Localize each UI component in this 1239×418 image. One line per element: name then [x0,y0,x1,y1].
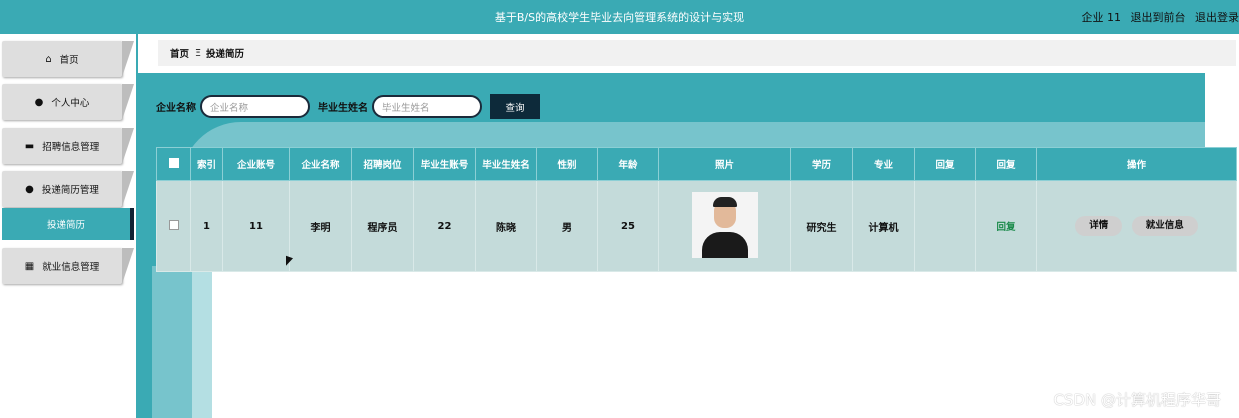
tab-fold [122,128,134,164]
table-row: 1 11 李明 程序员 22 陈晓 男 25 研究生 计算机 回复 详情 就业信… [156,180,1237,272]
cell-reply-action: 回复 [975,180,1037,272]
tab-fold [122,41,134,77]
column-header: 回复 [975,147,1037,181]
mouse-cursor-icon [286,255,293,269]
user-icon: ● [34,96,44,108]
sidebar-item-employment[interactable]: ▦ 就业信息管理 [2,248,134,284]
current-user: 企业 11 [1081,11,1122,24]
sidebar-item-profile[interactable]: ● 个人中心 [2,84,134,120]
column-header: 回复 [914,147,976,181]
search-bar: 企业名称 企业名称 毕业生姓名 毕业生姓名 查询 [156,94,540,119]
column-header: 毕业生姓名 [475,147,537,181]
tab-fold [122,171,134,207]
column-header: 专业 [852,147,915,181]
sidebar-item-label: 个人中心 [51,98,90,109]
cell-company-name: 李明 [289,180,352,272]
breadcrumb-home[interactable]: 首页 [170,46,189,60]
sidebar-item-label: 投递简历管理 [41,185,99,196]
sidebar-subitem-resume[interactable]: 投递简历 [2,208,134,240]
column-header: 性别 [536,147,598,181]
sidebar-subitem-label: 投递简历 [46,220,85,231]
column-header: 学历 [790,147,853,181]
detail-button[interactable]: 详情 [1075,216,1123,236]
row-checkbox[interactable] [168,219,179,230]
reply-link[interactable]: 回复 [996,222,1015,233]
cell-photo [658,180,791,272]
column-header: 照片 [658,147,791,181]
column-header: 企业名称 [289,147,352,181]
photo-hair [712,196,737,207]
cell-actions: 详情 就业信息 [1036,180,1237,272]
cell-major: 计算机 [852,180,915,272]
cell-reply [914,180,976,272]
company-name-input[interactable]: 企业名称 [200,95,310,118]
sidebar-item-label: 招聘信息管理 [42,142,100,153]
cell-company-account: 11 [222,180,290,272]
search-button[interactable]: 查询 [490,94,540,119]
top-bar: 基于B/S的高校学生毕业去向管理系统的设计与实现 企业 11 退出到前台 退出登… [0,0,1239,34]
student-name-label: 毕业生姓名 [318,103,368,114]
logout-link[interactable]: 退出登录 [1195,11,1239,24]
sidebar-item-label: 就业信息管理 [42,262,100,273]
column-header: 毕业生账号 [413,147,476,181]
select-all-cell[interactable] [156,147,191,181]
table-header-row: 索引 企业账号 企业名称 招聘岗位 毕业生账号 毕业生姓名 性别 年龄 照片 学… [156,147,1237,181]
home-icon: ⌂ [45,53,52,65]
breadcrumb-current: 投递简历 [206,49,245,60]
cell-index: 1 [190,180,223,272]
tab-fold [122,84,134,120]
column-header: 年龄 [597,147,659,181]
select-all-checkbox[interactable] [168,157,179,168]
cell-gender: 男 [536,180,598,272]
tab-fold [122,248,134,284]
location-pin-icon: ● [25,183,34,195]
sidebar-item-recruitment[interactable]: ▬ 招聘信息管理 [2,128,134,164]
sidebar-item-label: 首页 [59,55,79,66]
watermark: CSDN @计算机程序华哥 [1053,391,1221,409]
column-header: 招聘岗位 [351,147,414,181]
breadcrumb: 首页 Ξ 投递简历 [158,40,1236,66]
resume-table: 索引 企业账号 企业名称 招聘岗位 毕业生账号 毕业生姓名 性别 年龄 照片 学… [156,147,1237,272]
cell-position: 程序员 [351,180,414,272]
student-name-input[interactable]: 毕业生姓名 [372,95,482,118]
student-photo [691,191,758,258]
app-title: 基于B/S的高校学生毕业去向管理系统的设计与实现 [494,11,745,24]
column-header: 企业账号 [222,147,290,181]
panel-decoration [192,266,212,418]
company-name-label: 企业名称 [156,103,196,114]
grid-icon: ▦ [24,260,35,272]
cell-student-account: 22 [413,180,476,272]
sidebar-item-resume-management[interactable]: ● 投递简历管理 [2,171,134,207]
breadcrumb-separator: Ξ [195,47,202,59]
cell-education: 研究生 [790,180,853,272]
sidebar-item-home[interactable]: ⌂ 首页 [2,41,134,77]
cell-age: 25 [597,180,659,272]
back-to-front-link[interactable]: 退出到前台 [1131,11,1186,24]
ticket-icon: ▬ [24,140,35,152]
photo-body [701,231,748,258]
row-select-cell[interactable] [156,180,191,272]
employment-info-button[interactable]: 就业信息 [1131,216,1198,236]
cell-student-name: 陈晓 [475,180,537,272]
column-header: 操作 [1036,147,1237,181]
column-header: 索引 [190,147,223,181]
user-area: 企业 11 退出到前台 退出登录 [1082,9,1239,25]
